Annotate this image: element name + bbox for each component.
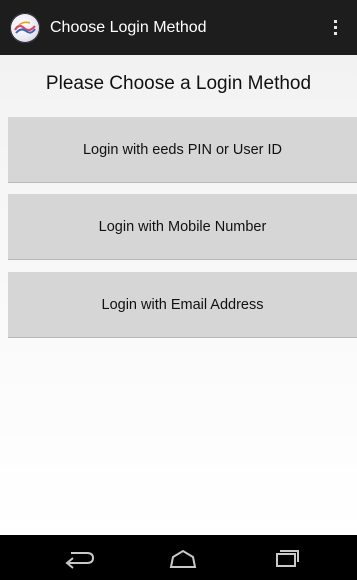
app-bar: Choose Login Method (0, 0, 357, 55)
login-pin-userid-button[interactable]: Login with eeds PIN or User ID (8, 117, 357, 183)
login-method-content: Please Choose a Login Method Login with … (0, 55, 357, 535)
eeds-logo-icon (10, 12, 40, 43)
login-email-address-button[interactable]: Login with Email Address (8, 272, 357, 338)
app-title: Choose Login Method (50, 18, 207, 36)
home-icon[interactable] (153, 543, 213, 573)
page-heading: Please Choose a Login Method (45, 73, 312, 94)
login-mobile-number-button[interactable]: Login with Mobile Number (8, 194, 357, 260)
navigation-bar (0, 535, 357, 580)
back-icon[interactable] (49, 543, 109, 573)
recent-apps-icon[interactable] (255, 543, 315, 573)
overflow-menu-icon[interactable] (323, 8, 347, 48)
